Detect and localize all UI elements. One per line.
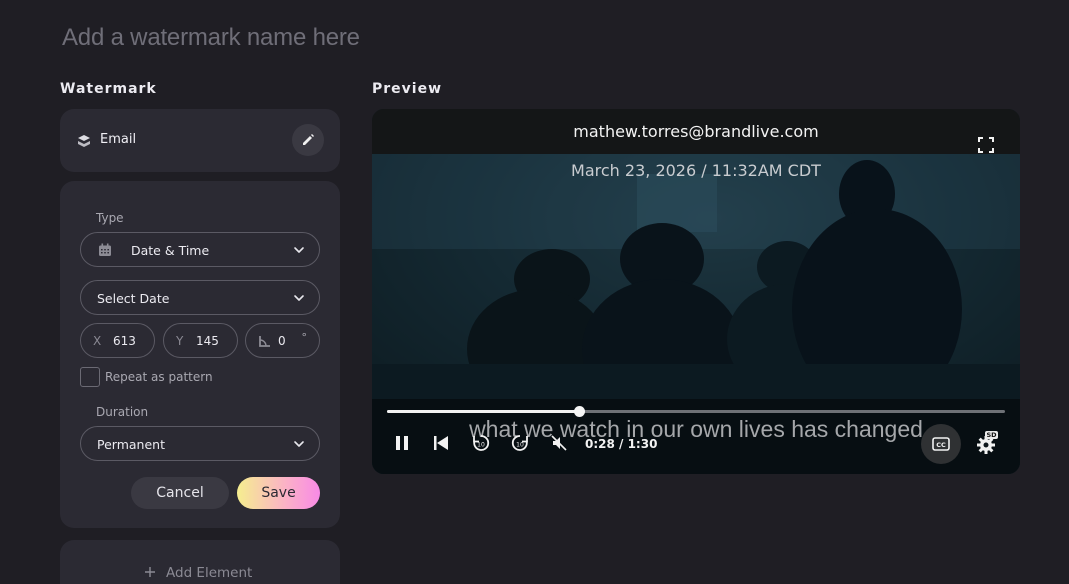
y-label: Y [176,334,184,348]
cc-icon: CC [932,437,950,451]
date-watermark: March 23, 2026 / 11:32AM CDT [571,161,821,180]
plus-icon [145,567,155,577]
email-watermark: mathew.torres@brandlive.com [573,122,819,141]
degree-unit: ° [301,331,308,344]
add-element-button[interactable]: Add Element [60,540,340,584]
rotation-input[interactable]: 0 ° [245,323,320,358]
duration-select[interactable]: Permanent [80,426,320,461]
y-position-input[interactable]: Y 145 [163,323,238,358]
edit-element-button[interactable] [292,124,324,156]
cancel-button[interactable]: Cancel [131,477,229,509]
progress-bar[interactable] [387,406,1005,417]
watermark-section-title: Watermark [60,81,157,97]
watermark-name-input[interactable]: Add a watermark name here [62,24,360,52]
duration-value: Permanent [97,437,165,452]
chevron-down-icon [294,295,304,301]
calendar-icon [99,243,111,256]
duration-label: Duration [96,405,149,419]
pause-icon[interactable] [393,434,411,452]
watermark-element-email[interactable]: Email [60,109,340,172]
type-select[interactable]: Date & Time [80,232,320,267]
repeat-pattern-label: Repeat as pattern [105,370,213,384]
repeat-pattern-checkbox[interactable] [80,367,100,387]
date-select-value: Select Date [97,291,170,306]
type-label: Type [96,211,124,225]
date-select[interactable]: Select Date [80,280,320,315]
quality-badge: SD [985,431,999,439]
x-value: 613 [113,334,136,348]
y-value: 145 [196,334,219,348]
angle-icon [259,336,270,347]
chevron-down-icon [294,441,304,447]
rotation-value: 0 [278,334,286,348]
forward-10-icon[interactable]: 10 [511,434,529,452]
watermark-settings-card: Type Date & Time Select Date X 613 Y 145… [60,181,340,528]
chevron-down-icon [294,247,304,253]
progress-fill [387,410,580,413]
time-display: 0:28 / 1:30 [585,437,658,451]
pencil-icon [303,134,314,145]
type-value: Date & Time [131,243,210,258]
element-label: Email [100,132,137,147]
stack-icon [78,135,90,147]
rewind-10-icon[interactable]: 10 [472,434,490,452]
x-label: X [93,334,102,348]
save-button[interactable]: Save [237,477,320,509]
svg-text:10: 10 [516,442,524,449]
captions-button[interactable]: CC [921,424,961,464]
fullscreen-icon[interactable] [978,137,994,153]
preview-section-title: Preview [372,81,443,97]
svg-text:10: 10 [477,442,485,449]
x-position-input[interactable]: X 613 [80,323,155,358]
video-preview[interactable]: mathew.torres@brandlive.com March 23, 20… [372,109,1020,474]
skip-back-icon[interactable] [432,434,450,452]
svg-text:CC: CC [936,441,946,449]
add-element-label: Add Element [166,565,253,581]
mute-icon[interactable] [550,434,568,452]
